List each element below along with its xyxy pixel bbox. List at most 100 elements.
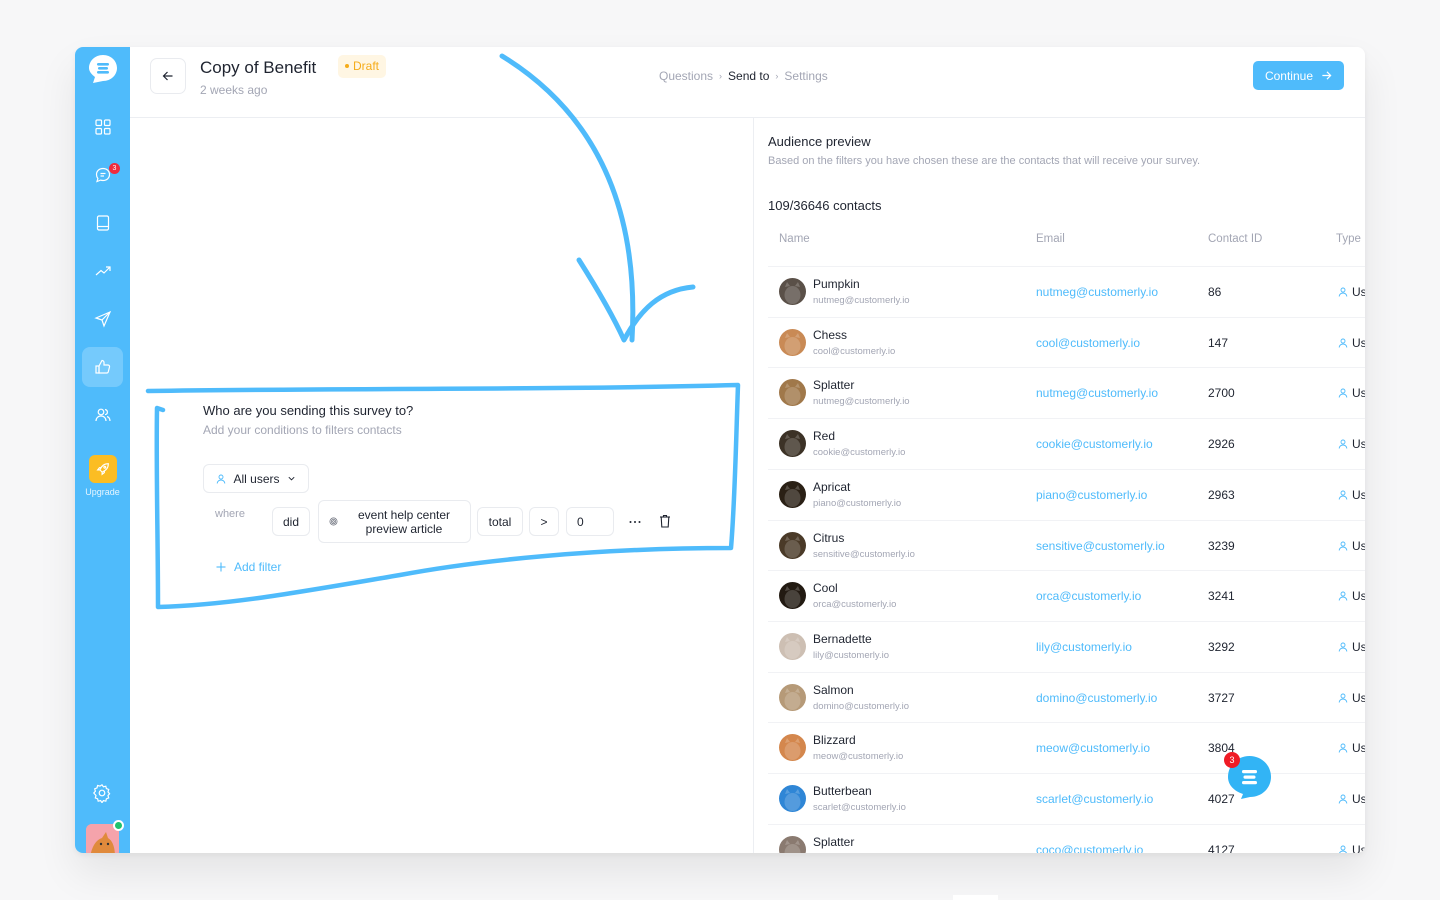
sidebar-item-surveys[interactable] [82, 347, 123, 387]
contact-email-link[interactable]: piano@customerly.io [1036, 488, 1147, 502]
sidebar-item-help-center[interactable] [82, 203, 123, 243]
contact-email-link[interactable]: nutmeg@customerly.io [1036, 386, 1158, 400]
add-filter-label: Add filter [234, 560, 282, 574]
more-options-button[interactable] [626, 513, 644, 531]
trending-up-icon [95, 266, 111, 276]
inbox-badge: 3 [109, 163, 120, 174]
contact-email-link[interactable]: meow@customerly.io [1036, 741, 1150, 755]
contact-row[interactable]: Butterbean scarlet@customerly.io scarlet@c… [768, 773, 1365, 824]
contact-row[interactable]: Apricat piano@customerly.io piano@customer… [768, 468, 1365, 520]
contacts-count: 109/36646 contacts [768, 198, 882, 213]
delete-filter-button[interactable] [656, 512, 674, 530]
contact-email-link[interactable]: sensitive@customerly.io [1036, 539, 1165, 553]
contact-email-link[interactable]: cookie@customerly.io [1036, 437, 1153, 451]
contact-row[interactable]: Bernadette lily@customerly.io lily@custome… [768, 620, 1365, 672]
contact-type-label: User [1352, 538, 1365, 553]
breadcrumb: Questions › Send to › Settings [659, 69, 828, 83]
breadcrumb-send-to[interactable]: Send to [728, 69, 769, 83]
contact-row[interactable]: Citrus sensitive@customerly.io sensitive@c… [768, 519, 1365, 571]
user-icon [1338, 845, 1348, 853]
contact-name-email: nutmeg@customerly.io [813, 396, 910, 408]
breadcrumb-questions[interactable]: Questions [659, 69, 713, 83]
contact-avatar [779, 632, 806, 660]
contact-email-link[interactable]: domino@customerly.io [1036, 691, 1157, 705]
user-icon [1338, 743, 1348, 753]
operator-select[interactable]: > [529, 507, 559, 536]
audience-select[interactable]: All users [203, 464, 309, 493]
user-icon [1338, 439, 1348, 449]
contact-avatar [779, 278, 806, 305]
column-header-contact-id[interactable]: Contact ID [1208, 233, 1262, 245]
contact-avatar [779, 734, 806, 762]
filter-title: Who are you sending this survey to? [203, 403, 414, 418]
breadcrumb-settings[interactable]: Settings [784, 69, 827, 83]
contact-email-link[interactable]: scarlet@customerly.io [1036, 792, 1153, 806]
contact-type: User [1338, 386, 1365, 400]
contact-row[interactable]: Cool orca@customerly.io orca@customerly.io… [768, 570, 1365, 621]
contact-name: Red [813, 429, 836, 444]
contact-name-email: lily@customerly.io [813, 649, 889, 661]
contact-type: User [1338, 843, 1365, 853]
contact-row[interactable]: Chess cool@customerly.io cool@customerly.i… [768, 316, 1365, 368]
user-icon [1338, 794, 1348, 804]
contact-type: User [1338, 539, 1365, 553]
user-icon [1338, 388, 1348, 398]
column-header-email[interactable]: Email [1036, 233, 1065, 245]
sidebar-item-inbox[interactable]: 3 [82, 155, 123, 195]
event-select[interactable]: event help center preview article [318, 500, 471, 543]
sidebar-item-reports[interactable] [82, 251, 123, 291]
thumbs-up-icon [94, 359, 110, 374]
settings-gear-icon[interactable] [92, 783, 112, 803]
column-header-name[interactable]: Name [779, 233, 810, 245]
user-icon [1338, 287, 1348, 297]
contact-row[interactable]: Splatter nutmeg@customerly.io nutmeg@custo… [768, 367, 1365, 418]
contact-name: Butterbean [813, 784, 872, 798]
back-button[interactable] [150, 58, 186, 94]
contact-row[interactable]: Salmon domino@customerly.io domino@custome… [768, 671, 1365, 723]
continue-button[interactable]: Continue [1252, 61, 1344, 90]
contact-row[interactable]: Red cookie@customerly.io cookie@customerly… [768, 418, 1365, 469]
audience-preview-panel: Audience preview Based on the filters yo… [755, 118, 1365, 853]
contact-name: Splatter [813, 378, 855, 393]
sidebar-item-campaigns[interactable] [82, 299, 123, 339]
sidebar: 3 Upgrade [75, 47, 130, 853]
chevron-down-icon [287, 476, 295, 481]
contact-email-link[interactable]: cool@customerly.io [1036, 336, 1140, 350]
contact-avatar [779, 328, 806, 356]
contact-email-link[interactable]: nutmeg@customerly.io [1036, 285, 1158, 299]
contact-email-link[interactable]: orca@customerly.io [1036, 589, 1141, 603]
upgrade-label: Upgrade [85, 487, 120, 497]
page-title: Copy of Benefit [200, 58, 317, 77]
plus-icon [216, 562, 226, 572]
aggregate-select[interactable]: total [477, 507, 523, 536]
contact-type-label: User [1352, 792, 1365, 806]
customerly-logo-icon[interactable] [87, 53, 119, 85]
column-header-type[interactable]: Type [1336, 233, 1361, 245]
target-icon [329, 517, 338, 526]
contact-type: User [1338, 741, 1365, 755]
contact-email-link[interactable]: coco@customerly.io [1036, 843, 1143, 853]
contact-type-label: User [1352, 386, 1365, 401]
last-edited: 2 weeks ago [200, 83, 268, 97]
contact-type-label: User [1352, 285, 1365, 299]
verb-select[interactable]: did [272, 507, 310, 536]
contact-name: Bernadette [813, 631, 872, 646]
contact-avatar [779, 379, 806, 407]
contact-row[interactable]: Blizzard meow@customerly.io meow@customerl… [768, 722, 1365, 773]
contact-name-email: domino@customerly.io [813, 700, 910, 712]
where-label: where [215, 508, 245, 520]
upgrade-button[interactable]: Upgrade [75, 455, 130, 497]
sidebar-item-dashboard[interactable] [82, 107, 123, 147]
contact-id: 3241 [1208, 589, 1235, 604]
sidebar-item-contacts[interactable] [82, 395, 123, 435]
contact-row[interactable]: Pumpkin nutmeg@customerly.io nutmeg@custom… [768, 266, 1365, 317]
contact-email-link[interactable]: lily@customerly.io [1036, 640, 1132, 654]
add-filter-button[interactable]: Add filter [216, 560, 281, 574]
app-window: 3 Upgrade Copy of Benefit Draft 2 weeks … [75, 47, 1365, 853]
contact-row[interactable]: Splattercoco@customerly.iococo@customerl… [768, 823, 1365, 853]
continue-label: Continue [1264, 68, 1313, 83]
contact-type-label: User [1352, 842, 1365, 853]
contact-id: 2926 [1208, 437, 1235, 452]
value-input[interactable]: 0 [566, 507, 614, 536]
contact-type-label: User [1352, 741, 1365, 756]
